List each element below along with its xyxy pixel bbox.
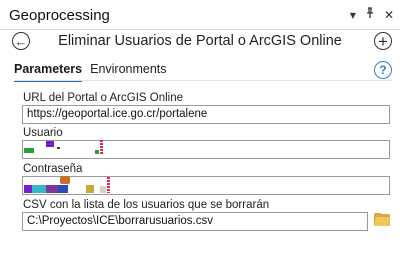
folder-open-icon[interactable] [374, 213, 391, 226]
redaction-artifact [46, 141, 54, 147]
password-field[interactable] [22, 176, 390, 195]
tab-environments[interactable]: Environments [90, 62, 166, 82]
dropdown-menu-icon[interactable]: ▾ [350, 8, 356, 22]
redaction-artifact [57, 147, 60, 149]
csv-list-label: CSV con la lista de los usuarios que se … [23, 199, 270, 211]
pane-controls: ▾ ✕ [350, 7, 394, 22]
pane-title: Geoprocessing [9, 7, 110, 24]
tab-parameters[interactable]: Parameters [14, 62, 83, 82]
redaction-artifact [60, 176, 70, 184]
username-label: Usuario [23, 127, 63, 139]
portal-url-field[interactable]: https://geoportal.ice.go.cr/portalene [22, 105, 390, 124]
username-field[interactable] [22, 140, 390, 159]
redaction-artifact [95, 150, 99, 154]
pin-icon[interactable] [366, 7, 374, 22]
close-icon[interactable]: ✕ [384, 8, 394, 22]
tool-name: Eliminar Usuarios de Portal o ArcGIS Onl… [58, 33, 342, 49]
redaction-artifact [24, 185, 32, 193]
tool-header: ← Eliminar Usuarios de Portal o ArcGIS O… [0, 30, 400, 54]
redaction-artifact [100, 140, 103, 154]
redaction-artifact [32, 185, 46, 193]
redaction-artifact [100, 186, 106, 193]
csv-path-field[interactable]: C:\Proyectos\ICE\borrarusuarios.csv [22, 212, 368, 231]
redaction-artifact [86, 185, 94, 193]
redaction-artifact [24, 148, 34, 153]
tool-tabs: Parameters Environments [14, 62, 167, 82]
add-circle-icon[interactable]: + [374, 32, 392, 50]
tab-divider [14, 80, 392, 81]
pane-title-bar: Geoprocessing ▾ ✕ [0, 0, 400, 30]
redaction-artifact [58, 185, 68, 193]
password-label: Contraseña [23, 163, 83, 175]
redaction-artifact [107, 177, 110, 193]
redaction-artifact [46, 185, 58, 193]
help-question-icon[interactable]: ? [374, 61, 392, 79]
portal-url-label: URL del Portal o ArcGIS Online [23, 92, 184, 104]
